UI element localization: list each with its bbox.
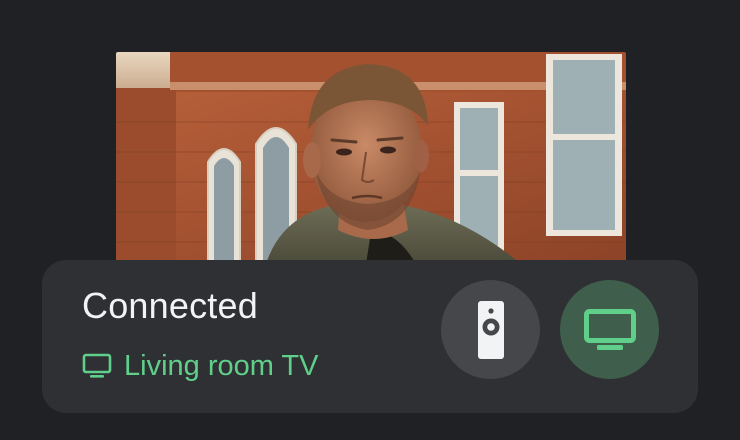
tv-icon — [82, 353, 112, 378]
remote-control-icon — [477, 300, 504, 359]
connection-card: Connected Living room TV — [42, 260, 698, 413]
remote-control-button[interactable] — [441, 280, 540, 379]
video-thumbnail[interactable] — [116, 52, 626, 264]
tv-icon — [583, 308, 636, 350]
connection-status: Connected — [82, 285, 258, 326]
cast-device-button[interactable] — [560, 280, 659, 379]
device-name: Living room TV — [124, 350, 319, 382]
cast-screen: Connected Living room TV — [0, 0, 740, 440]
connected-device: Living room TV — [82, 348, 319, 384]
video-still-image — [116, 52, 626, 264]
